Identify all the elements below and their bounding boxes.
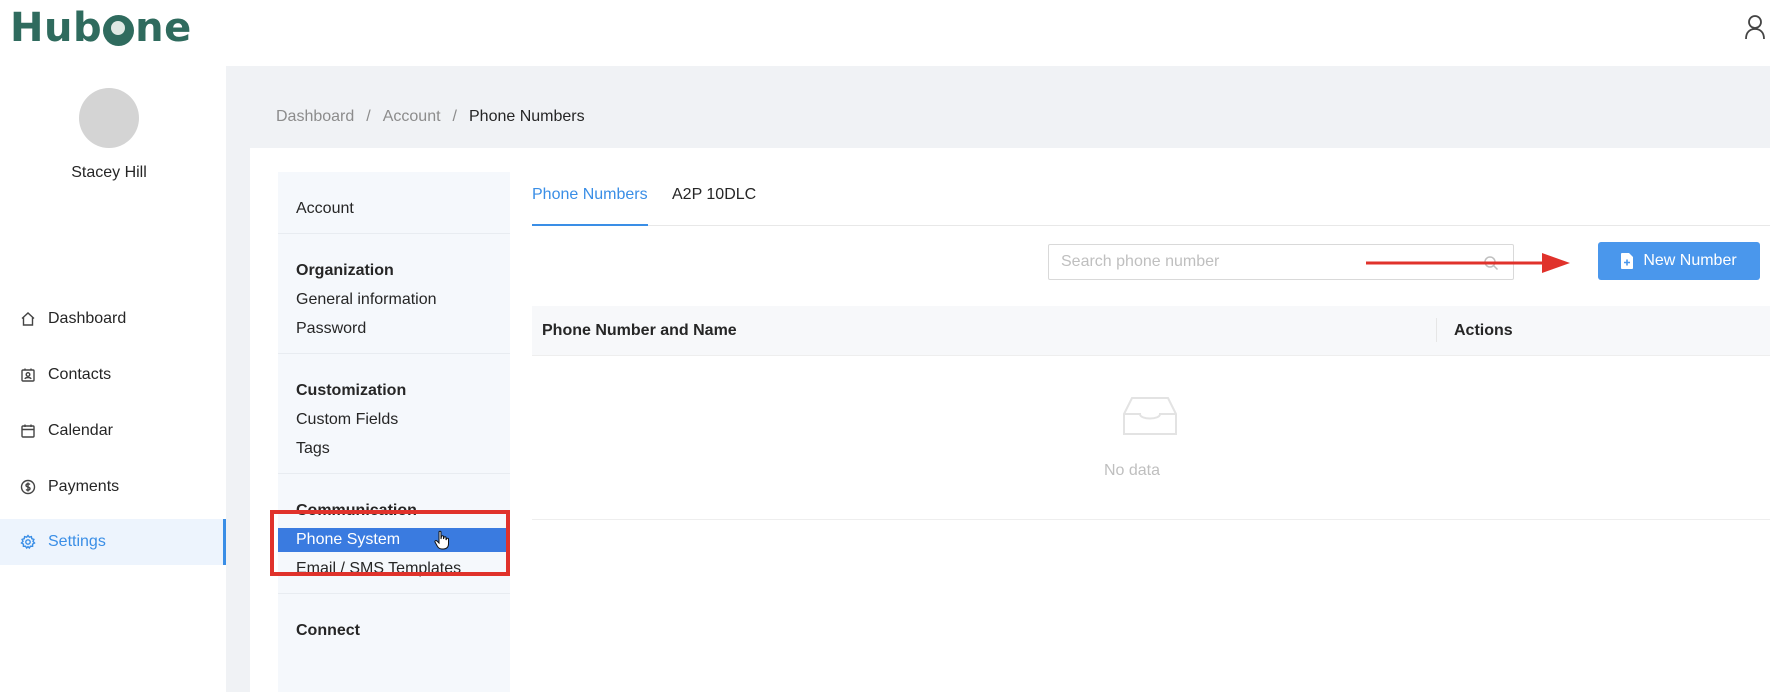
table-header: Phone Number and Name Actions	[532, 306, 1770, 356]
empty-inbox-icon	[1123, 397, 1177, 435]
submenu-item-tags[interactable]: Tags	[296, 440, 330, 458]
annotation-arrow-icon	[1366, 253, 1570, 273]
nav-item-dashboard[interactable]: Dashboard	[0, 296, 226, 342]
submenu-group-communication: Communication Phone System Email / SMS T…	[270, 474, 510, 594]
contacts-icon	[21, 368, 35, 382]
submenu-heading-organization: Organization	[296, 262, 394, 279]
calendar-icon	[21, 424, 35, 438]
column-header-actions: Actions	[1454, 322, 1513, 339]
submenu-group-account: Account	[278, 172, 510, 234]
file-plus-icon	[1621, 253, 1634, 269]
submenu-heading-customization: Customization	[296, 382, 407, 399]
gear-icon	[20, 534, 36, 550]
submenu-item-password[interactable]: Password	[296, 320, 366, 338]
nav-label: Calendar	[48, 422, 113, 439]
nav-label: Dashboard	[48, 310, 127, 327]
breadcrumb-separator: /	[366, 108, 371, 125]
tab-phone-numbers[interactable]: Phone Numbers	[532, 186, 648, 226]
submenu-group-customization: Customization Custom Fields Tags	[278, 354, 510, 474]
user-profile-icon[interactable]	[1744, 14, 1766, 40]
home-icon	[21, 312, 35, 326]
table-empty-state: No data	[532, 356, 1770, 520]
avatar[interactable]	[79, 88, 139, 148]
user-name: Stacey Hill	[71, 164, 147, 181]
no-data-text: No data	[1103, 462, 1161, 479]
settings-submenu: Account Organization General information…	[270, 172, 510, 692]
breadcrumb-account[interactable]: Account	[383, 108, 441, 126]
nav-label: Contacts	[48, 366, 112, 383]
logo-o-icon	[103, 14, 135, 46]
submenu-group-connect: Connect	[278, 594, 510, 692]
nav-label: Settings	[48, 533, 106, 550]
column-header-phone-number: Phone Number and Name	[542, 322, 737, 339]
breadcrumb-current: Phone Numbers	[469, 108, 585, 125]
submenu-item-custom-fields[interactable]: Custom Fields	[296, 411, 398, 429]
breadcrumb: Dashboard / Account / Phone Numbers	[276, 108, 585, 126]
annotation-highlight-box	[270, 510, 510, 576]
tab-bar: Phone Numbers A2P 10DLC	[532, 184, 1770, 226]
submenu-item-account[interactable]: Account	[296, 200, 354, 218]
nav-item-contacts[interactable]: Contacts	[0, 352, 226, 398]
nav-item-calendar[interactable]: Calendar	[0, 408, 226, 454]
submenu-heading-connect: Connect	[296, 622, 360, 639]
nav-item-payments[interactable]: Payments	[0, 464, 226, 510]
hubone-logo[interactable]: Hub ne	[10, 5, 192, 51]
nav-label: Payments	[48, 478, 120, 495]
submenu-group-organization: Organization General information Passwor…	[278, 234, 510, 354]
settings-card: Account Organization General information…	[250, 148, 1770, 692]
breadcrumb-dashboard[interactable]: Dashboard	[276, 108, 354, 126]
main-area: Dashboard / Account / Phone Numbers Acco…	[226, 66, 1770, 692]
tab-a2p-10dlc[interactable]: A2P 10DLC	[672, 186, 756, 226]
breadcrumb-separator: /	[452, 108, 457, 125]
new-number-button[interactable]: New Number	[1598, 242, 1760, 280]
dollar-icon	[20, 479, 36, 495]
app-root: Hub ne Stacey Hill Dashboard Contacts Cal…	[0, 0, 1770, 692]
new-number-label: New Number	[1643, 252, 1737, 269]
logo-text-hub: Hub	[10, 5, 103, 51]
left-navigation: Stacey Hill Dashboard Contacts Calendar …	[0, 66, 226, 692]
hand-cursor-icon	[434, 530, 449, 550]
nav-item-settings[interactable]: Settings	[0, 519, 226, 565]
logo-text-ne: ne	[135, 5, 192, 51]
column-divider	[1436, 318, 1437, 342]
submenu-item-general-information[interactable]: General information	[296, 291, 437, 309]
